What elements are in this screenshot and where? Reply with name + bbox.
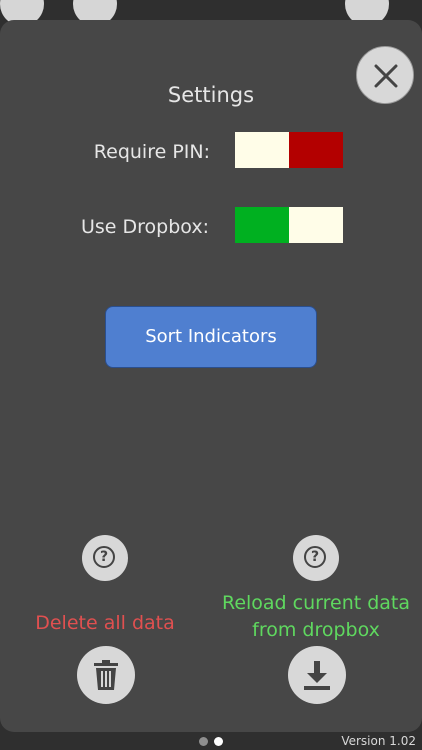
- toggle-off-segment: [289, 207, 343, 243]
- delete-all-data-label: Delete all data: [10, 610, 200, 637]
- download-icon: [304, 661, 330, 690]
- toggle-on-segment: [235, 207, 289, 243]
- reload-data-label: Reload current data from dropbox: [210, 590, 422, 644]
- version-label: Version 1.02: [341, 734, 416, 748]
- page-dot-active[interactable]: [214, 737, 223, 746]
- settings-panel: Settings Require PIN: Use Dropbox: Sort …: [0, 20, 422, 732]
- delete-label-text: Delete all data: [35, 612, 175, 634]
- reload-help-button[interactable]: ?: [293, 535, 339, 581]
- reload-from-dropbox-button[interactable]: [288, 646, 346, 704]
- use-dropbox-toggle[interactable]: [235, 207, 343, 243]
- toggle-off-segment: [235, 132, 289, 168]
- page-indicator: [199, 737, 223, 746]
- question-mark-icon: ?: [304, 546, 326, 568]
- require-pin-toggle[interactable]: [235, 132, 343, 168]
- sort-indicators-button[interactable]: Sort Indicators: [105, 306, 317, 368]
- delete-help-button[interactable]: ?: [82, 535, 128, 581]
- page-dot[interactable]: [199, 737, 208, 746]
- toggle-on-segment: [289, 132, 343, 168]
- reload-label-line2: from dropbox: [252, 619, 380, 641]
- require-pin-label: Require PIN:: [93, 141, 210, 163]
- trash-icon: [94, 660, 118, 690]
- reload-label-line1: Reload current data: [221, 592, 411, 614]
- use-dropbox-label: Use Dropbox:: [81, 216, 209, 238]
- delete-all-data-button[interactable]: [77, 646, 135, 704]
- page-title: Settings: [167, 83, 255, 107]
- question-mark-icon: ?: [93, 546, 115, 568]
